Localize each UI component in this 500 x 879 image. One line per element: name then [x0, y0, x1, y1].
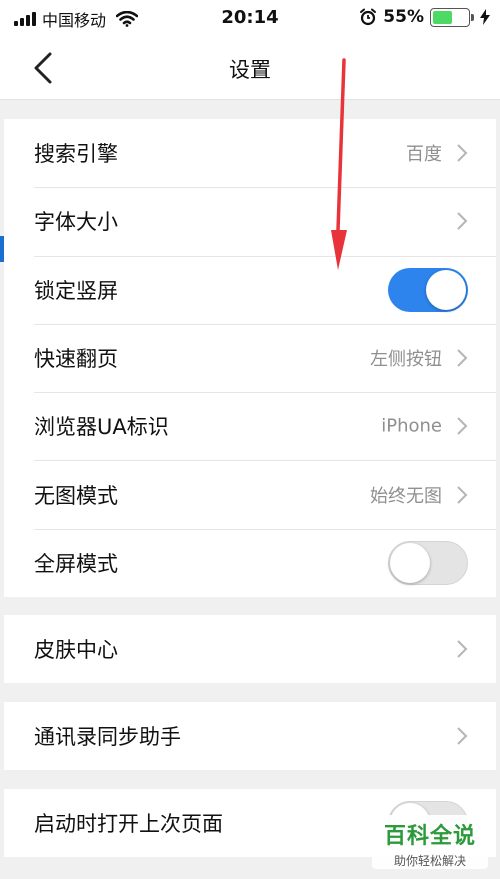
setting-row-browser-ua[interactable]: 浏览器UA标识 iPhone: [4, 392, 496, 460]
setting-label: 启动时打开上次页面: [34, 812, 223, 836]
setting-label: 通讯录同步助手: [34, 725, 181, 749]
chevron-right-icon: [457, 417, 468, 436]
chevron-right-icon: [457, 485, 468, 504]
setting-row-lock-portrait: 锁定竖屏: [4, 255, 496, 324]
watermark-subtitle: 助你轻松解决: [393, 854, 466, 868]
chevron-right-icon: [457, 144, 468, 162]
watermark-logo: 百科全说 助你轻松解决: [372, 815, 488, 869]
settings-group-general: 搜索引擎 百度 字体大小 锁定竖屏 快速翻页 左侧按钮 浏览器UA标识 iPho…: [4, 119, 496, 597]
setting-label: 快速翻页: [34, 347, 118, 372]
setting-label: 无图模式: [34, 483, 118, 508]
battery-percent: 55%: [383, 7, 424, 27]
setting-row-fullscreen-mode: 全屏模式: [4, 528, 496, 597]
toggle-knob: [390, 542, 430, 583]
setting-label: 皮肤中心: [34, 638, 118, 662]
chevron-right-icon: [457, 212, 468, 231]
setting-label: 搜索引擎: [34, 142, 118, 167]
fullscreen-mode-toggle[interactable]: [388, 540, 468, 585]
setting-row-search-engine[interactable]: 搜索引擎 百度: [4, 119, 496, 187]
setting-row-no-image-mode[interactable]: 无图模式 始终无图: [4, 460, 496, 528]
setting-value: 左侧按钮: [370, 349, 442, 371]
setting-value: iPhone: [381, 415, 442, 437]
watermark-title: 百科全说: [383, 824, 476, 849]
settings-group-skin: 皮肤中心: [4, 615, 496, 683]
page-title: 设置: [229, 58, 271, 82]
status-right: 55%: [359, 7, 490, 27]
setting-value: 始终无图: [370, 485, 442, 507]
setting-row-fast-page-turn[interactable]: 快速翻页 左侧按钮: [4, 323, 496, 392]
navigation-bar: 设置: [0, 36, 500, 100]
setting-label: 锁定竖屏: [34, 278, 118, 303]
setting-label: 浏览器UA标识: [34, 415, 169, 440]
chevron-right-icon: [457, 727, 468, 745]
battery-icon: [430, 7, 474, 27]
setting-label: 字体大小: [34, 210, 118, 235]
charging-icon: [480, 9, 490, 25]
alarm-icon: [360, 8, 377, 26]
chevron-right-icon: [457, 349, 468, 367]
setting-row-skin-center[interactable]: 皮肤中心: [4, 615, 496, 683]
toggle-knob: [426, 269, 466, 310]
lock-portrait-toggle[interactable]: [388, 267, 468, 312]
setting-label: 全屏模式: [34, 551, 118, 576]
setting-value: 百度: [406, 144, 442, 166]
chevron-right-icon: [457, 640, 468, 658]
setting-row-contacts-sync[interactable]: 通讯录同步助手: [4, 702, 496, 770]
setting-row-font-size[interactable]: 字体大小: [4, 187, 496, 255]
settings-group-contacts: 通讯录同步助手: [4, 702, 496, 770]
status-bar: 中国移动 20:14 55%: [0, 0, 500, 36]
